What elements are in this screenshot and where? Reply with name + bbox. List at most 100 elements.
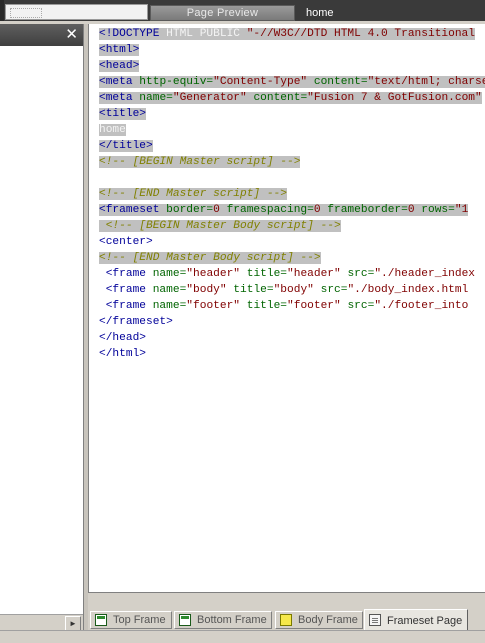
code-token: "footer"	[287, 300, 341, 312]
code-token: src=	[313, 284, 348, 296]
frameset-page-icon	[369, 614, 381, 626]
code-line: </head>	[99, 330, 485, 346]
code-token: title=	[240, 300, 288, 312]
code-token: content=	[246, 92, 308, 104]
code-token: </head>	[99, 332, 146, 344]
code-line: </title>	[99, 138, 485, 154]
code-line: <!-- [BEGIN Master script] -->	[99, 154, 485, 170]
code-token: 0	[213, 204, 220, 216]
tab-label: Top Frame	[113, 614, 166, 626]
code-token: "Fusion 7 & GotFusion.com"	[307, 92, 482, 104]
tab-top-frame[interactable]: Top Frame	[90, 611, 172, 629]
code-token: http-equiv=	[139, 76, 214, 88]
code-token: src=	[340, 268, 375, 280]
close-icon[interactable]: ✕	[65, 25, 78, 45]
code-line: <meta http-equiv="Content-Type" content=…	[99, 74, 485, 90]
code-token: content=	[307, 76, 368, 88]
editor-horizontal-scrollbar[interactable]	[88, 592, 485, 609]
tab-home[interactable]: home	[298, 5, 485, 21]
code-token: <html>	[99, 44, 140, 56]
code-token: name=	[152, 284, 187, 296]
code-token: <meta	[99, 92, 140, 104]
code-token: src=	[340, 300, 375, 312]
code-line: <frame name="body" title="body" src="./b…	[99, 282, 485, 298]
code-token: framespacing=	[219, 204, 314, 216]
code-token: "header"	[186, 268, 241, 280]
tab-page-preview[interactable]: Page Preview	[150, 5, 295, 21]
bottom-frame-icon	[179, 614, 191, 626]
code-line: home	[99, 122, 485, 138]
code-token: "1	[454, 204, 469, 216]
code-token: HTML PUBLIC	[166, 28, 247, 40]
code-line: <frame name="header" title="header" src=…	[99, 266, 485, 282]
code-token: title=	[240, 268, 288, 280]
code-token: <title>	[99, 108, 146, 120]
code-token: "body"	[186, 284, 227, 296]
scroll-right-icon[interactable]: ►	[65, 616, 81, 631]
code-token: 0	[313, 204, 321, 216]
code-token: <frame	[99, 284, 153, 296]
code-token: rows=	[414, 204, 455, 216]
code-token: "./body_index.html	[347, 284, 469, 296]
code-token: frameborder=	[320, 204, 408, 216]
code-token: <meta	[99, 76, 140, 88]
left-panel-header: ✕	[0, 24, 83, 46]
tab-label: Bottom Frame	[197, 614, 267, 626]
code-line: <center>	[99, 234, 485, 250]
code-line: </frameset>	[99, 314, 485, 330]
code-token: "body"	[273, 284, 314, 296]
code-token: </frameset>	[99, 316, 173, 328]
code-token: "./header_index	[374, 268, 476, 280]
tab-bottom-frame[interactable]: Bottom Frame	[174, 611, 272, 629]
code-line: <!-- [BEGIN Master Body script] -->	[99, 218, 485, 234]
code-line: <frame name="footer" title="footer" src=…	[99, 298, 485, 314]
code-token: </title>	[99, 140, 153, 152]
code-line: <title>	[99, 106, 485, 122]
code-line: <!-- [END Master script] -->	[99, 186, 485, 202]
code-token: <frameset	[99, 204, 167, 216]
code-token: <frame	[99, 268, 153, 280]
code-token: <!-- [BEGIN Master script] -->	[99, 156, 301, 168]
code-line: <meta name="Generator" content="Fusion 7…	[99, 90, 485, 106]
code-token: title=	[226, 284, 274, 296]
code-token: <!-- [END Master Body script] -->	[99, 252, 321, 264]
tab-body-frame[interactable]: Body Frame	[275, 611, 363, 629]
document-tab-strip: Page Preview home	[0, 0, 485, 21]
body-frame-icon	[280, 614, 292, 626]
code-token: "Generator"	[172, 92, 247, 104]
code-token: border=	[166, 204, 214, 216]
tab-frameset-page[interactable]: Frameset Page	[364, 609, 468, 631]
left-panel: ✕ ►	[0, 24, 84, 631]
tab-blank-placeholder	[10, 8, 42, 18]
left-panel-scrollbar[interactable]: ►	[0, 614, 83, 631]
frame-tabs: Top Frame Bottom Frame Body Frame Frames…	[88, 609, 485, 631]
code-token: <head>	[99, 60, 140, 72]
code-line: <head>	[99, 58, 485, 74]
code-view: <!DOCTYPE HTML PUBLIC "-//W3C//DTD HTML …	[99, 26, 485, 362]
code-line: <html>	[99, 42, 485, 58]
code-token: <center>	[99, 236, 153, 248]
code-token: "./footer_into	[374, 300, 469, 312]
code-token: <!-- [BEGIN Master Body script] -->	[99, 220, 341, 232]
tab-strip-edge	[0, 0, 4, 21]
code-token: 0	[407, 204, 415, 216]
code-token: <!DOCTYPE	[99, 28, 167, 40]
code-token: <!-- [END Master script] -->	[99, 188, 287, 200]
code-token: "header"	[287, 268, 341, 280]
code-editor[interactable]: <!DOCTYPE HTML PUBLIC "-//W3C//DTD HTML …	[88, 24, 485, 592]
code-token: "-//W3C//DTD HTML 4.0 Transitional	[246, 28, 475, 40]
code-token: name=	[152, 268, 187, 280]
code-token: "footer"	[186, 300, 241, 312]
tab-blank[interactable]	[5, 4, 148, 20]
code-token: name=	[152, 300, 187, 312]
tab-label: Frameset Page	[387, 615, 463, 627]
code-token: <frame	[99, 300, 153, 312]
code-line: <frameset border=0 framespacing=0 frameb…	[99, 202, 485, 218]
code-line: </html>	[99, 346, 485, 362]
code-token: </html>	[99, 348, 146, 360]
code-token: "Content-Type"	[213, 76, 308, 88]
code-token: "text/html; charset	[367, 76, 485, 88]
code-line: <!DOCTYPE HTML PUBLIC "-//W3C//DTD HTML …	[99, 26, 485, 42]
top-frame-icon	[95, 614, 107, 626]
